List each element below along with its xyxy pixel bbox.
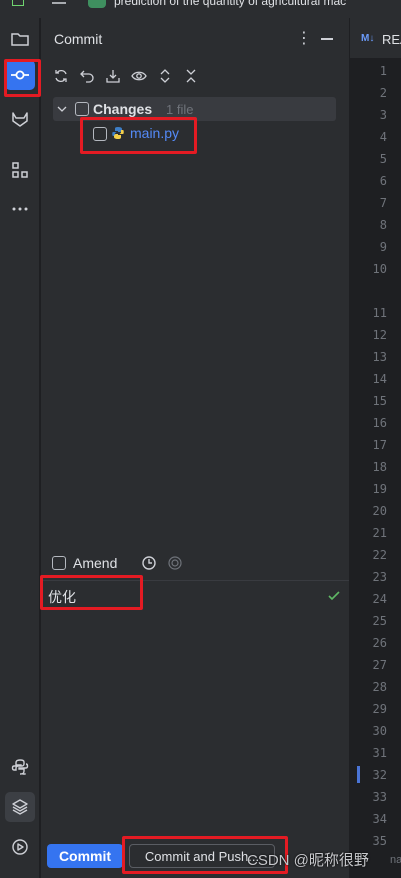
title-bar: prediction of the quantity of agricultur… (0, 0, 401, 18)
gitlab-tool-button[interactable] (5, 104, 35, 134)
line-number: 18 (372, 460, 387, 474)
python-icon (112, 127, 124, 139)
changes-count: 1 file (166, 102, 194, 117)
more-icon (12, 207, 28, 211)
file-name: main.py (130, 125, 180, 141)
python-console-icon (11, 759, 29, 775)
line-number: 10 (372, 262, 387, 276)
line-number: 17 (372, 438, 387, 452)
check-icon (328, 591, 340, 601)
line-number: 24 (372, 592, 387, 606)
commit-panel: Commit ⋮ Changes 1 file main.py Amend 优化… (41, 18, 349, 878)
layers-icon (12, 799, 28, 815)
line-number: 22 (372, 548, 387, 562)
run-tool-button[interactable] (5, 832, 35, 862)
line-number: 33 (372, 790, 387, 804)
gitlab-icon (12, 112, 28, 127)
line-number: 6 (379, 174, 387, 188)
rollback-icon[interactable] (77, 66, 97, 86)
collapse-icon[interactable] (181, 66, 201, 86)
line-number: 30 (372, 724, 387, 738)
changes-group-row[interactable]: Changes 1 file (53, 97, 336, 121)
line-number: 13 (372, 350, 387, 364)
more-tools-button[interactable] (5, 194, 35, 224)
line-number: 9 (379, 240, 387, 254)
options-menu-icon[interactable]: ⋮ (296, 28, 312, 48)
changes-label: Changes (93, 101, 153, 117)
spiral-icon[interactable] (168, 556, 182, 570)
commit-tool-button[interactable] (5, 60, 35, 90)
structure-icon (12, 162, 28, 178)
panel-title: Commit (54, 31, 103, 47)
refresh-icon[interactable] (51, 66, 71, 86)
line-number: 20 (372, 504, 387, 518)
project-tool-button[interactable] (5, 24, 35, 54)
line-number: 28 (372, 680, 387, 694)
line-number: 31 (372, 746, 387, 760)
line-number: 16 (372, 416, 387, 430)
tool-window-strip (0, 18, 40, 878)
ide-window: prediction of the quantity of agricultur… (0, 0, 401, 878)
line-number: 19 (372, 482, 387, 496)
watermark: CSDN @昵称很野 (247, 852, 369, 869)
line-number: 29 (372, 702, 387, 716)
layers-tool-button[interactable] (5, 792, 35, 822)
file-checkbox[interactable] (93, 127, 107, 141)
clock-icon[interactable] (141, 555, 157, 571)
line-number: 1 (379, 64, 387, 78)
folder-icon (11, 33, 29, 46)
amend-row: Amend (52, 554, 342, 574)
tab-name: REA (382, 32, 401, 47)
editor-bottom-text: nar (390, 854, 401, 866)
markdown-icon: M↓ (361, 33, 375, 44)
line-number: 27 (372, 658, 387, 672)
line-number: 2 (379, 86, 387, 100)
project-icon (88, 0, 106, 8)
commit-message-text[interactable]: 优化 (48, 587, 76, 607)
editor-area: M↓ REA 123456789101112131415161718192021… (350, 18, 401, 878)
line-number: 4 (379, 130, 387, 144)
commit-button[interactable]: Commit (47, 844, 123, 868)
line-number: 25 (372, 614, 387, 628)
line-number: 26 (372, 636, 387, 650)
line-number: 7 (379, 196, 387, 210)
changes-checkbox[interactable] (75, 102, 89, 116)
line-number: 12 (372, 328, 387, 342)
commit-icon (11, 70, 29, 80)
commit-toolbar (51, 66, 201, 86)
commit-message-field[interactable]: 优化 (41, 581, 349, 836)
line-number: 5 (379, 152, 387, 166)
python-console-button[interactable] (5, 752, 35, 782)
eye-icon[interactable] (129, 66, 149, 86)
expand-icon[interactable] (155, 66, 175, 86)
line-number: 8 (379, 218, 387, 232)
line-number: 3 (379, 108, 387, 122)
amend-checkbox[interactable] (52, 556, 66, 570)
chevron-down-icon[interactable] (57, 104, 67, 114)
line-number: 21 (372, 526, 387, 540)
line-number: 15 (372, 394, 387, 408)
line-number: 14 (372, 372, 387, 386)
app-logo-icon (12, 0, 24, 6)
line-number: 23 (372, 570, 387, 584)
structure-tool-button[interactable] (5, 155, 35, 185)
line-number: 32 (372, 768, 387, 782)
run-icon (12, 839, 28, 855)
minimize-icon[interactable] (321, 38, 333, 40)
amend-label[interactable]: Amend (73, 555, 117, 571)
editor-tab-readme[interactable]: M↓ REA (350, 18, 401, 58)
main-menu-icon[interactable] (52, 2, 66, 4)
project-title[interactable]: prediction of the quantity of agricultur… (114, 0, 346, 8)
line-number: 34 (372, 812, 387, 826)
download-icon[interactable] (103, 66, 123, 86)
change-marker[interactable] (357, 766, 360, 783)
line-number: 11 (372, 306, 387, 320)
line-number: 35 (372, 834, 387, 848)
